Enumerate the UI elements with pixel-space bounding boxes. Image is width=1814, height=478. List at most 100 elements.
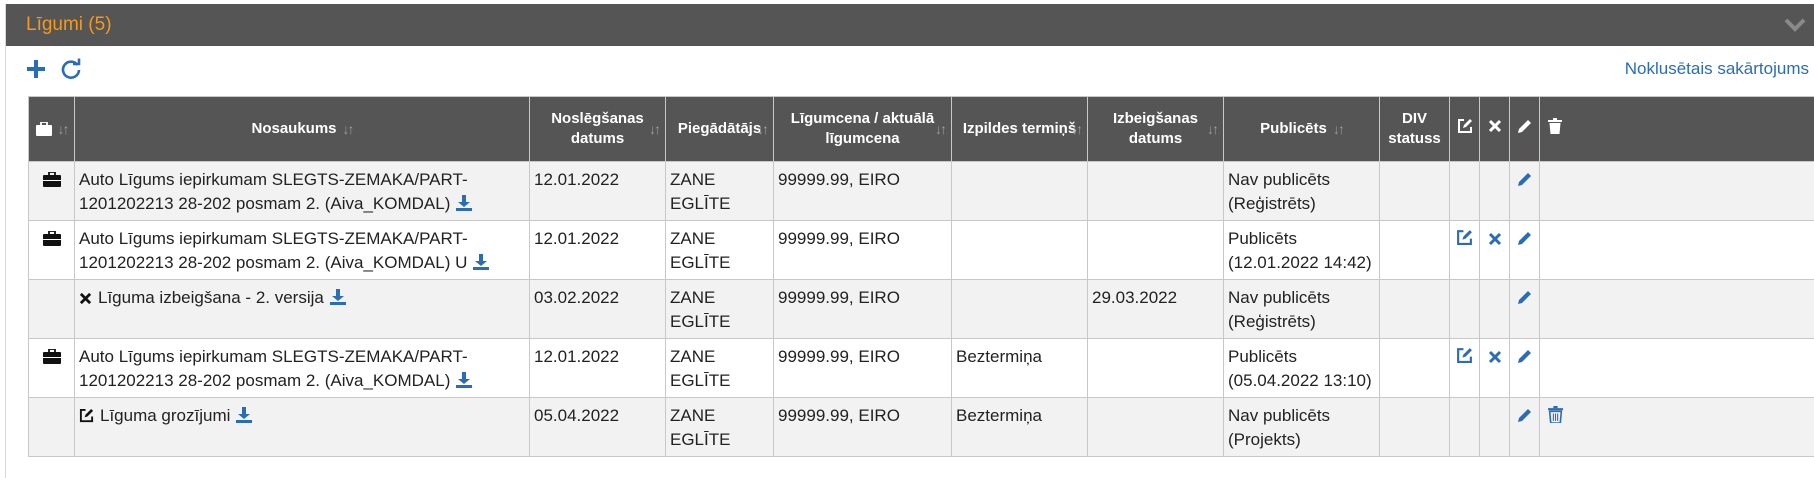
name-cell: Līguma izbeigšana - 2. versija: [74, 279, 530, 339]
download-icon[interactable]: [329, 289, 346, 305]
signed-date-cell: 12.01.2022: [529, 220, 666, 280]
contract-name: Auto Līgums iepirkumam SLEGTS-ZEMAKA/PAR…: [79, 347, 468, 390]
col-name[interactable]: Nosaukums ↓↑: [74, 96, 530, 162]
edit-square-icon[interactable]: [1456, 229, 1473, 246]
pencil-icon[interactable]: [1517, 407, 1533, 423]
table-row[interactable]: Līguma grozījumi 05.04.2022 ZANE EGLĪTE …: [28, 397, 1814, 457]
close-icon[interactable]: [1488, 350, 1502, 364]
published-cell: Nav publicēts (Reģistrēts): [1223, 279, 1380, 339]
published-cell: Nav publicēts (Projekts): [1223, 397, 1380, 457]
published-cell: Publicēts (12.01.2022 14:42): [1223, 220, 1380, 280]
edit-square-icon: [79, 408, 94, 423]
table-row[interactable]: Auto Līgums iepirkumam SLEGTS-ZEMAKA/PAR…: [28, 338, 1814, 398]
toolbar: Noklusētais sakārtojums: [6, 46, 1814, 92]
contracts-table: ↓↑ Nosaukums ↓↑ Noslēgšanas datums ↓↑ Pieg…: [28, 96, 1814, 457]
price-cell: 99999.99, EIRO: [773, 161, 952, 221]
edit-square-icon: [1457, 119, 1472, 133]
supplier-cell: ZANE EGLĪTE: [665, 397, 774, 457]
col-published[interactable]: Publicēts ↓↑: [1223, 96, 1380, 162]
chevron-down-icon[interactable]: [1775, 4, 1814, 46]
table-row[interactable]: Auto Līgums iepirkumam SLEGTS-ZEMAKA/PAR…: [28, 220, 1814, 280]
briefcase-icon: [35, 122, 52, 136]
supplier-cell: ZANE EGLĪTE: [665, 338, 774, 398]
edit-square-icon[interactable]: [1456, 347, 1473, 364]
sort-icon[interactable]: ↓↑: [935, 119, 947, 139]
action-trash-cell: [1539, 338, 1814, 398]
col-trash: [1539, 96, 1814, 162]
action-pencil-cell: [1509, 220, 1540, 280]
term-cell: [951, 279, 1088, 339]
end-date-cell: 29.03.2022: [1087, 279, 1224, 339]
sort-icon[interactable]: ↓↑: [757, 119, 769, 139]
col-pencil: [1509, 96, 1540, 162]
action-edit-square-cell: [1449, 279, 1480, 339]
action-close-cell: [1479, 161, 1510, 221]
pencil-icon: [1517, 120, 1531, 133]
panel-header[interactable]: Līgumi (5): [6, 4, 1814, 46]
div-status-cell: [1379, 338, 1450, 398]
download-icon[interactable]: [236, 407, 253, 423]
pencil-icon[interactable]: [1517, 230, 1533, 246]
pencil-icon[interactable]: [1517, 348, 1533, 364]
name-cell: Līguma grozījumi: [74, 397, 530, 457]
type-cell: [28, 161, 75, 221]
price-cell: 99999.99, EIRO: [773, 397, 952, 457]
price-cell: 99999.99, EIRO: [773, 220, 952, 280]
published-cell: Nav publicēts (Reģistrēts): [1223, 161, 1380, 221]
div-status-cell: [1379, 279, 1450, 339]
contract-name: Līguma grozījumi: [100, 406, 231, 425]
download-icon[interactable]: [456, 195, 473, 211]
end-date-cell: [1087, 397, 1224, 457]
panel-title: Līgumi (5): [26, 14, 112, 35]
contract-name: Auto Līgums iepirkumam SLEGTS-ZEMAKA/PAR…: [79, 170, 468, 213]
end-date-cell: [1087, 338, 1224, 398]
briefcase-icon: [42, 230, 61, 246]
name-cell: Auto Līgums iepirkumam SLEGTS-ZEMAKA/PAR…: [74, 338, 530, 398]
briefcase-icon: [42, 171, 61, 187]
col-close: [1479, 96, 1510, 162]
sort-icon[interactable]: ↓↑: [58, 119, 70, 139]
term-cell: [951, 161, 1088, 221]
type-cell: [28, 220, 75, 280]
sort-icon[interactable]: ↓↑: [343, 119, 355, 139]
term-cell: Beztermiņa: [951, 397, 1088, 457]
pencil-icon[interactable]: [1517, 289, 1533, 305]
type-cell: [28, 338, 75, 398]
type-cell: [28, 279, 75, 339]
supplier-cell: ZANE EGLĪTE: [665, 161, 774, 221]
col-supplier[interactable]: Piegādātājs ↓↑: [665, 96, 774, 162]
table-row[interactable]: Līguma izbeigšana - 2. versija 03.02.202…: [28, 279, 1814, 339]
sort-icon[interactable]: ↓↑: [649, 119, 661, 139]
sort-icon[interactable]: ↓↑: [1071, 119, 1083, 139]
default-sort-link[interactable]: Noklusētais sakārtojums: [1625, 59, 1809, 79]
table-row[interactable]: Auto Līgums iepirkumam SLEGTS-ZEMAKA/PAR…: [28, 161, 1814, 221]
action-trash-cell: [1539, 279, 1814, 339]
col-price[interactable]: Līgumcena / aktuālā līgumcena ↓↑: [773, 96, 952, 162]
action-pencil-cell: [1509, 338, 1540, 398]
div-status-cell: [1379, 161, 1450, 221]
action-close-cell: [1479, 338, 1510, 398]
close-icon[interactable]: [1488, 232, 1502, 246]
add-icon[interactable]: [26, 59, 46, 79]
trash-icon: [1548, 118, 1562, 134]
download-icon[interactable]: [456, 372, 473, 388]
refresh-icon[interactable]: [60, 58, 82, 80]
briefcase-icon: [42, 348, 61, 364]
contract-name: Auto Līgums iepirkumam SLEGTS-ZEMAKA/PAR…: [79, 229, 468, 272]
col-end-date[interactable]: Izbeigšanas datums ↓↑: [1087, 96, 1224, 162]
term-cell: Beztermiņa: [951, 338, 1088, 398]
col-signed-date[interactable]: Noslēgšanas datums ↓↑: [529, 96, 666, 162]
term-cell: [951, 220, 1088, 280]
trash-icon[interactable]: [1548, 406, 1563, 424]
signed-date-cell: 03.02.2022: [529, 279, 666, 339]
sort-icon[interactable]: ↓↑: [1207, 119, 1219, 139]
supplier-cell: ZANE EGLĪTE: [665, 220, 774, 280]
pencil-icon[interactable]: [1517, 171, 1533, 187]
supplier-cell: ZANE EGLĪTE: [665, 279, 774, 339]
type-cell: [28, 397, 75, 457]
col-term[interactable]: Izpildes termiņš ↓↑: [951, 96, 1088, 162]
col-type[interactable]: ↓↑: [28, 96, 75, 162]
sort-icon[interactable]: ↓↑: [1333, 119, 1345, 139]
download-icon[interactable]: [473, 254, 490, 270]
action-edit-square-cell: [1449, 338, 1480, 398]
